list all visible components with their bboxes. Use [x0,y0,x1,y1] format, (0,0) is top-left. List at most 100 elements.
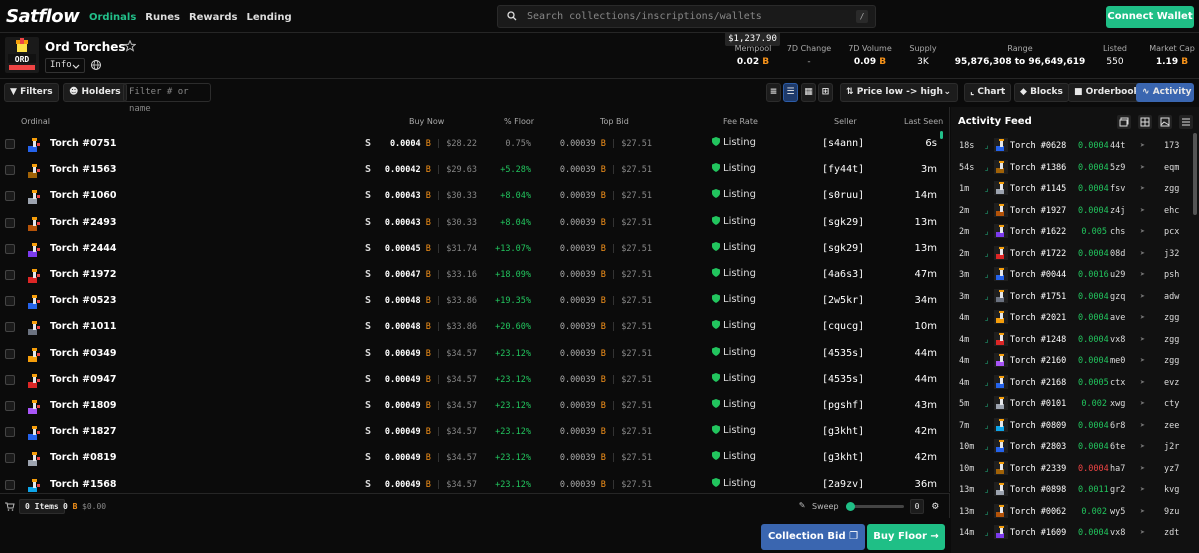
table-row[interactable]: Torch #1060 S 0.00043 B | $30.33 +8.04% 0.00… [0,183,949,209]
header-floor[interactable]: % Floor [504,117,534,126]
inscription-name[interactable]: Torch #1809 [50,400,117,411]
activity-from[interactable]: gzq [1110,292,1125,302]
row-checkbox[interactable] [5,296,15,307]
inscription-name[interactable]: Torch #2493 [50,217,117,228]
activity-feed-item[interactable]: 4m ⌟ Torch #2168 0.0005 ctx ➤ evz [951,372,1191,393]
inscription-name[interactable]: Torch #1563 [50,164,117,175]
activity-feed-item[interactable]: 10m ⌟ Torch #2339 0.0004 ha7 ➤ yz7 [951,458,1191,479]
activity-from[interactable]: vx8 [1110,335,1125,345]
buy-now-price[interactable]: 0.00042 B | $29.63 [385,165,477,175]
activity-item-name[interactable]: Torch #1751 [1010,292,1066,302]
torch-thumbnail[interactable] [994,503,1008,518]
activity-to[interactable]: kvg [1164,485,1179,495]
activity-to[interactable]: zgg [1164,335,1179,345]
torch-thumbnail[interactable] [994,482,1008,496]
sliders-icon[interactable] [1179,115,1193,129]
globe-icon[interactable] [90,59,102,71]
grid-view-button[interactable]: ▦ [801,83,816,102]
torch-thumbnail[interactable] [994,396,1008,410]
torch-thumbnail[interactable] [994,439,1008,453]
activity-from[interactable]: ave [1110,313,1125,323]
holders-button[interactable]: ☻ Holders [63,83,127,102]
activity-to[interactable]: ehc [1164,206,1179,216]
activity-to[interactable]: zgg [1164,356,1179,366]
activity-feed-item[interactable]: 13m ⌟ Torch #0898 0.0011 gr2 ➤ kvg [951,479,1191,500]
activity-to[interactable]: adw [1164,292,1179,302]
activity-feed-item[interactable]: 3m ⌟ Torch #0044 0.0016 u29 ➤ psh [951,264,1191,285]
row-checkbox[interactable] [5,479,15,490]
row-checkbox[interactable] [5,165,15,176]
inscription-name[interactable]: Torch #0349 [50,348,117,359]
nav-link-lending[interactable]: Lending [246,12,291,23]
activity-feed-item[interactable]: 4m ⌟ Torch #2160 0.0004 me0 ➤ zgg [951,350,1191,371]
activity-feed-item[interactable]: 1m ⌟ Torch #1145 0.0004 fsv ➤ zgg [951,178,1191,199]
seller-address[interactable]: [cqucg] [822,321,864,332]
activity-feed-item[interactable]: 54s ⌟ Torch #1386 0.0004 5z9 ➤ eqm [951,157,1191,178]
row-checkbox[interactable] [5,374,15,385]
header-last-seen[interactable]: Last Seen [904,117,943,126]
activity-item-name[interactable]: Torch #2021 [1010,313,1066,323]
activity-to[interactable]: yz7 [1164,464,1179,474]
torch-thumbnail[interactable] [994,353,1008,367]
torch-thumbnail[interactable] [994,202,1008,217]
activity-item-name[interactable]: Torch #0898 [1010,485,1066,495]
buy-now-price[interactable]: 0.00049 B | $34.57 [385,480,477,490]
favorite-star-icon[interactable] [124,40,136,52]
buy-now-price[interactable]: 0.00049 B | $34.57 [385,375,477,385]
torch-thumbnail[interactable] [26,347,42,363]
activity-to[interactable]: zee [1164,421,1179,431]
activity-from[interactable]: gr2 [1110,485,1125,495]
torch-thumbnail[interactable] [26,163,42,179]
activity-to[interactable]: zgg [1164,313,1179,323]
inscription-name[interactable]: Torch #1060 [50,190,117,201]
buy-now-price[interactable]: 0.00049 B | $34.57 [385,349,477,359]
seller-address[interactable]: [fy44t] [822,164,864,175]
activity-item-name[interactable]: Torch #1248 [1010,335,1066,345]
activity-to[interactable]: zgg [1164,184,1179,194]
table-row[interactable]: Torch #1011 S 0.00048 B | $33.86 +20.60% 0.0… [0,314,949,340]
activity-to[interactable]: 9zu [1164,507,1179,517]
seller-address[interactable]: [sgk29] [822,217,864,228]
large-grid-view-button[interactable]: ⊞ [818,83,833,102]
layers-icon[interactable] [1117,115,1131,129]
activity-item-name[interactable]: Torch #2339 [1010,464,1066,474]
image-icon[interactable] [1158,115,1172,129]
activity-from[interactable]: 08d [1110,249,1125,259]
activity-feed-item[interactable]: 2m ⌟ Torch #1722 0.0004 08d ➤ j32 [951,243,1191,264]
table-row[interactable]: Torch #0349 S 0.00049 B | $34.57 +23.12% 0.0… [0,341,949,367]
torch-thumbnail[interactable] [26,399,42,415]
torch-thumbnail[interactable] [994,138,1008,152]
list-view-button[interactable]: ☰ [783,83,798,102]
row-checkbox[interactable] [5,191,15,202]
row-checkbox[interactable] [5,322,15,333]
inscription-name[interactable]: Torch #0523 [50,295,117,306]
torch-thumbnail[interactable] [994,245,1008,260]
table-row[interactable]: Torch #0819 S 0.00049 B | $34.57 +23.12% 0.0… [0,445,949,471]
filter-input[interactable]: Filter # or name [123,83,211,114]
torch-thumbnail[interactable] [994,525,1008,539]
activity-item-name[interactable]: Torch #1609 [1010,528,1066,538]
activity-to[interactable]: j2r [1164,442,1179,452]
row-checkbox[interactable] [5,348,15,359]
logo[interactable]: Satflow [6,6,80,27]
activity-feed-item[interactable]: 10m ⌟ Torch #2803 0.0004 6te ➤ j2r [951,436,1191,457]
activity-from[interactable]: vx8 [1110,528,1125,538]
row-checkbox[interactable] [5,270,15,280]
table-row[interactable]: Torch #2493 S 0.00043 B | $30.33 +8.04% 0.00… [0,210,949,236]
activity-feed-item[interactable]: 4m ⌟ Torch #1248 0.0004 vx8 ➤ zgg [951,329,1191,350]
sort-dropdown[interactable]: ⇅ Price low -> high ⌄ [840,83,958,102]
info-dropdown[interactable]: Info [45,58,85,73]
chart-button[interactable]: ⌞ Chart [964,83,1012,102]
filters-button[interactable]: ▼ Filters [4,83,59,102]
activity-from[interactable]: z4j [1110,206,1125,216]
torch-thumbnail[interactable] [26,294,42,310]
sweep-count-input[interactable]: 0 [910,499,924,514]
buy-now-price[interactable]: 0.00049 B | $34.57 [385,453,477,463]
torch-thumbnail[interactable] [26,242,42,258]
table-row[interactable]: Torch #1827 S 0.00049 B | $34.57 +23.12% 0.0… [0,419,949,445]
torch-thumbnail[interactable] [994,417,1008,432]
activity-feed-item[interactable]: 13m ⌟ Torch #0062 0.002 wy5 ➤ 9zu [951,501,1191,522]
feed-scrollbar[interactable] [1193,133,1197,215]
header-buy-now[interactable]: Buy Now [409,117,444,126]
table-row[interactable]: Torch #1568 S 0.00049 B | $34.57 +23.12% 0.0… [0,472,949,492]
